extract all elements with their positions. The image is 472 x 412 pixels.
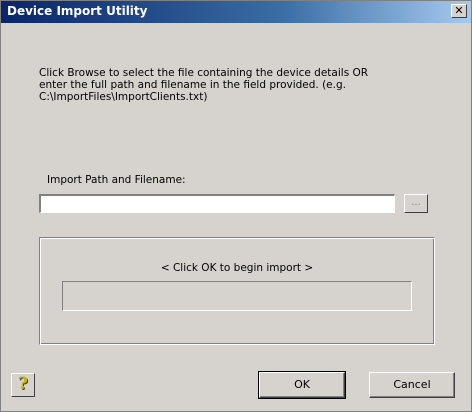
title-bar[interactable]: Device Import Utility ✕ [1,1,471,23]
import-path-input[interactable] [39,194,395,213]
window-title: Device Import Utility [7,4,148,18]
import-progress-bar [62,281,412,311]
close-icon: ✕ [454,4,464,17]
browse-button[interactable]: ... [404,194,428,213]
instructions-line: Click Browse to select the file containi… [39,67,369,79]
import-path-label: Import Path and Filename: [47,174,186,186]
cancel-button[interactable]: Cancel [369,372,455,398]
ok-button-label: OK [294,378,310,391]
import-status-text: < Click OK to begin import > [160,262,314,274]
instructions-line: enter the full path and filename in the … [39,79,346,91]
close-button[interactable]: ✕ [451,4,467,18]
import-status-panel: < Click OK to begin import > [39,237,435,345]
device-import-dialog: Device Import Utility ✕ Click Browse to … [0,0,472,412]
instructions-line: C:\ImportFiles\ImportClients.txt) [39,91,208,103]
cancel-button-label: Cancel [393,378,431,391]
ok-button[interactable]: OK [258,371,346,399]
instructions-text: Click Browse to select the file containi… [39,67,439,103]
help-icon: ? [18,374,28,394]
help-button[interactable]: ? [11,373,35,397]
